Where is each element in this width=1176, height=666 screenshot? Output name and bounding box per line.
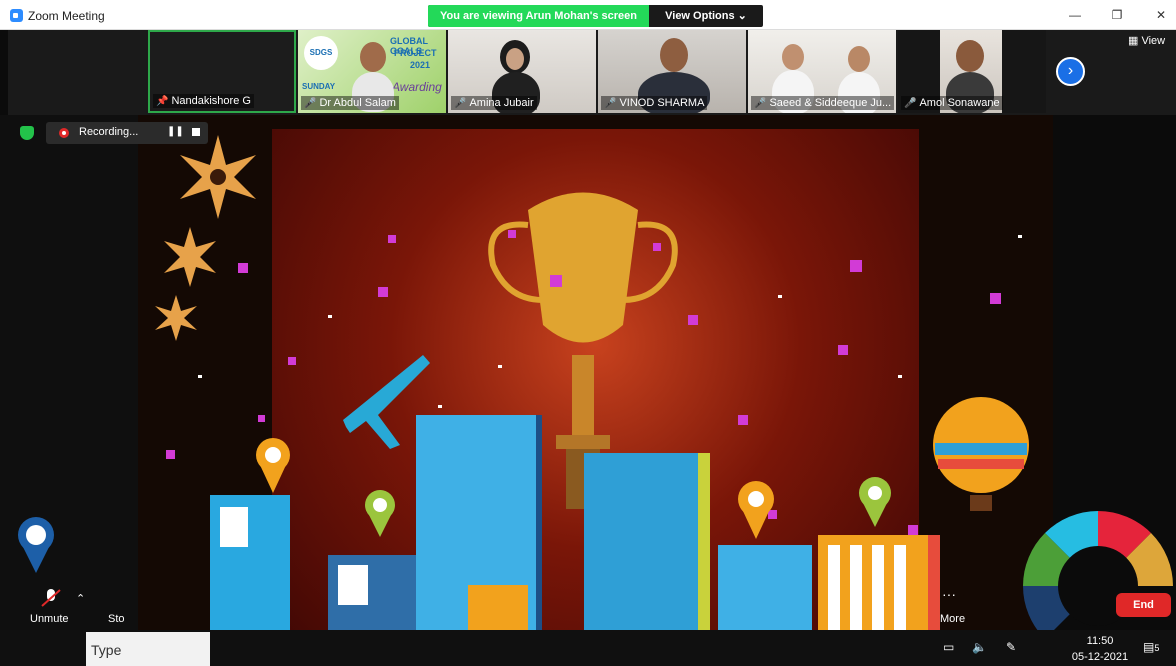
- muted-mic-icon: 🎤: [904, 98, 917, 109]
- stop-video-button[interactable]: Sto: [108, 613, 125, 625]
- unmute-button[interactable]: Unmute: [30, 613, 69, 625]
- participant-gallery: 📌 Nandakishore G SDGS GLOBAL GOALS PROJEC…: [8, 30, 1176, 115]
- taskbar-search-input[interactable]: Type: [86, 632, 210, 666]
- participant-tile[interactable]: 🎤 VINOD SHARMA: [598, 30, 746, 113]
- participant-tile[interactable]: 🎤 Saeed & Siddeeque Ju...: [748, 30, 896, 113]
- notification-count: 5: [1154, 643, 1160, 653]
- more-button[interactable]: More: [940, 613, 965, 625]
- participant-name: Amol Sonawane: [919, 97, 1000, 109]
- clock-date: 05-12-2021: [1071, 651, 1129, 663]
- minimize-icon[interactable]: —: [1068, 8, 1082, 22]
- pin-icon: 📌: [156, 96, 169, 107]
- recording-label: Recording...: [79, 126, 139, 138]
- window-title: Zoom Meeting: [28, 9, 105, 23]
- taskbar-clock[interactable]: 11:50 05-12-2021: [1070, 633, 1130, 665]
- restore-icon[interactable]: ❐: [1110, 8, 1124, 22]
- participant-tile[interactable]: 🎤 Amina Jubair: [448, 30, 596, 113]
- participant-name: Dr Abdul Salam: [319, 97, 396, 109]
- participant-name: Amina Jubair: [469, 97, 534, 109]
- pause-recording-button[interactable]: ❚❚: [167, 126, 184, 137]
- flower-decoration: [155, 135, 256, 341]
- participant-name: Nandakishore G: [171, 95, 251, 107]
- notification-icon[interactable]: ▤5: [1143, 640, 1163, 658]
- muted-mic-icon: 🎤: [754, 98, 767, 109]
- muted-mic-icon: 🎤: [304, 98, 317, 109]
- sdgs-badge: SDGS: [304, 36, 338, 70]
- recording-dot-icon: [59, 128, 69, 138]
- volume-icon[interactable]: 🔈: [972, 640, 987, 654]
- participant-name: VINOD SHARMA: [619, 97, 705, 109]
- muted-mic-icon: 🎤: [604, 98, 617, 109]
- meeting-toolbar: [0, 582, 1176, 630]
- close-icon[interactable]: ✕: [1154, 8, 1168, 22]
- clock-time: 11:50: [1086, 635, 1114, 647]
- battery-icon[interactable]: ▭: [943, 640, 954, 654]
- location-pin-icon: [18, 517, 54, 573]
- participant-video: [352, 40, 394, 112]
- more-dots-icon[interactable]: ···: [942, 586, 956, 602]
- search-placeholder: Type: [91, 642, 122, 658]
- view-button[interactable]: ▦ View: [1128, 34, 1165, 47]
- mic-options-icon[interactable]: ⌃: [76, 592, 85, 605]
- participant-tile[interactable]: 🎤 Amol Sonawane: [898, 30, 1046, 113]
- hot-air-balloon: [933, 397, 1029, 511]
- screen-share-banner: You are viewing Arun Mohan's screen View…: [428, 5, 763, 27]
- next-page-button[interactable]: ›: [1056, 57, 1085, 86]
- participant-tile[interactable]: SDGS GLOBAL GOALS PROJECT 2021 SUNDAY Aw…: [298, 30, 446, 113]
- pen-icon[interactable]: ✎: [1006, 640, 1016, 654]
- participant-tile[interactable]: 📌 Nandakishore G: [148, 30, 296, 113]
- participant-name: Saeed & Siddeeque Ju...: [769, 97, 892, 109]
- end-meeting-button[interactable]: End: [1116, 593, 1171, 617]
- muted-mic-icon: 🎤: [454, 98, 467, 109]
- title-bar: Zoom Meeting You are viewing Arun Mohan'…: [0, 0, 1176, 30]
- viewing-screen-text: You are viewing Arun Mohan's screen: [428, 5, 649, 27]
- security-shield-icon[interactable]: [20, 126, 34, 140]
- stop-recording-button[interactable]: [192, 128, 200, 136]
- zoom-logo-icon: [10, 9, 23, 22]
- grid-icon: ▦: [1128, 35, 1142, 47]
- recording-indicator: Recording... ❚❚: [46, 122, 208, 144]
- view-options-button[interactable]: View Options ⌄: [649, 5, 763, 27]
- muted-mic-icon[interactable]: [40, 588, 62, 608]
